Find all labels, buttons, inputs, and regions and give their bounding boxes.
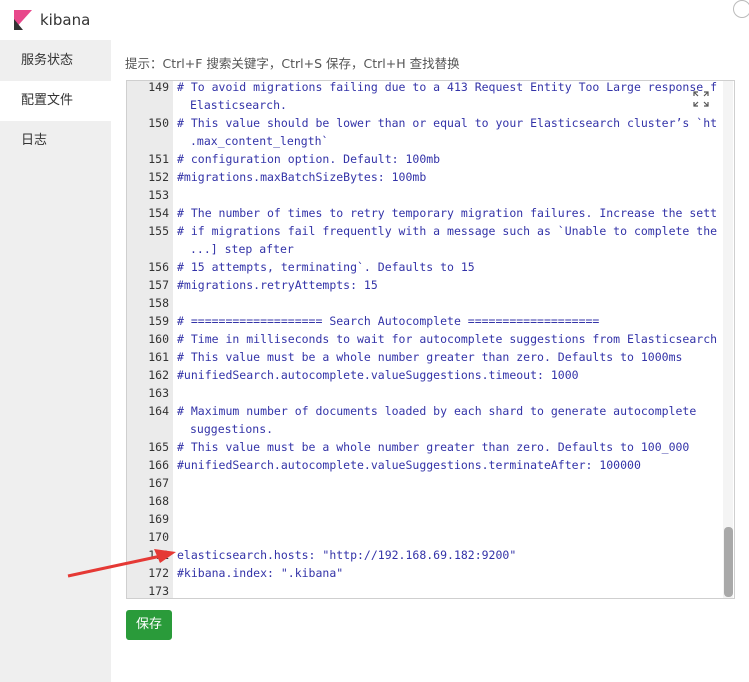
shortcut-hint: 提示：Ctrl+F 搜索关键字，Ctrl+S 保存，Ctrl+H 查找替换 — [125, 56, 460, 71]
line-number: 154 — [148, 206, 169, 220]
code-text[interactable]: # =================== Search Autocomplet… — [177, 312, 717, 330]
code-line: 159 # =================== Search Autocomp… — [127, 312, 727, 330]
sidebar-item-logs[interactable]: 日志 — [0, 121, 111, 161]
code-text[interactable]: # The number of times to retry temporary… — [177, 204, 717, 222]
line-number: 156 — [148, 260, 169, 274]
line-number: 164 — [148, 404, 169, 418]
code-line: 171elasticsearch.hosts: "http://192.168.… — [127, 546, 727, 564]
line-number: 165 — [148, 440, 169, 454]
sidebar-item-config-file[interactable]: 配置文件 — [0, 81, 111, 121]
code-text[interactable]: #kibana.index: ".kibana" — [177, 564, 717, 582]
line-number: 169 — [148, 512, 169, 526]
line-number: 162 — [148, 368, 169, 382]
code-line: 152 #migrations.maxBatchSizeBytes: 100mb — [127, 168, 727, 186]
sidebar-item-service-status[interactable]: 服务状态 — [0, 41, 111, 81]
code-text[interactable]: # Maximum number of documents loaded by … — [177, 402, 717, 420]
code-text[interactable]: #unifiedSearch.autocomplete.valueSuggest… — [177, 456, 717, 474]
line-number: 163 — [148, 386, 169, 400]
code-line: 172 #kibana.index: ".kibana" — [127, 564, 727, 582]
code-line: 154 # The number of times to retry tempor… — [127, 204, 727, 222]
sidebar-item-label: 服务状态 — [21, 53, 74, 68]
code-line: suggestions. — [127, 420, 727, 438]
code-text[interactable]: # Time in milliseconds to wait for autoc… — [177, 330, 717, 348]
line-number: 158 — [148, 296, 169, 310]
code-text[interactable]: #unifiedSearch.autocomplete.valueSuggest… — [177, 366, 717, 384]
annotation-arrow-icon — [67, 549, 176, 578]
code-line: 164 # Maximum number of documents loaded … — [127, 402, 727, 420]
line-number: 155 — [148, 224, 169, 238]
code-text[interactable]: # This value must be a whole number grea… — [177, 348, 717, 366]
code-line: 151 # configuration option. Default: 100m… — [127, 150, 727, 168]
code-text[interactable]: # This value must be a whole number grea… — [177, 438, 717, 456]
code-line: 150 # This value should be lower than or … — [127, 114, 727, 132]
line-number: 157 — [148, 278, 169, 292]
app-title: kibana — [40, 11, 91, 29]
code-text[interactable]: # configuration option. Default: 100mb — [177, 150, 717, 168]
line-number: 160 — [148, 332, 169, 346]
code-line: 161 # This value must be a whole number g… — [127, 348, 727, 366]
code-line: 163 — [127, 384, 727, 402]
code-line: 160 # Time in milliseconds to wait for au… — [127, 330, 727, 348]
sidebar-item-label: 日志 — [21, 133, 48, 148]
line-number: 153 — [148, 188, 169, 202]
code-text[interactable]: # if migrations fail frequently with a m… — [177, 222, 717, 240]
window-control-icon[interactable] — [733, 0, 749, 18]
code-line: .max_content_length` — [127, 132, 727, 150]
save-button[interactable]: 保存 — [126, 610, 172, 640]
code-line: 155 # if migrations fail frequently with … — [127, 222, 727, 240]
code-text[interactable]: suggestions. — [190, 420, 730, 438]
config-editor[interactable]: 149 # To avoid migrations failing due to … — [126, 80, 735, 599]
line-number: 152 — [148, 170, 169, 184]
code-lines: 149 # To avoid migrations failing due to … — [127, 80, 727, 598]
line-number: 170 — [148, 530, 169, 544]
code-line: 153 — [127, 186, 727, 204]
code-text[interactable]: .max_content_length` — [190, 132, 730, 150]
code-line: 166 #unifiedSearch.autocomplete.valueSugg… — [127, 456, 727, 474]
vertical-scrollbar[interactable] — [723, 81, 733, 598]
code-line: 170 — [127, 528, 727, 546]
code-text[interactable]: #migrations.retryAttempts: 15 — [177, 276, 717, 294]
line-number: 161 — [148, 350, 169, 364]
code-line: 173 — [127, 582, 727, 598]
code-line: ...] step after — [127, 240, 727, 258]
line-number: 149 — [148, 80, 169, 94]
line-number: 167 — [148, 476, 169, 490]
code-line: 168 — [127, 492, 727, 510]
code-line: 158 — [127, 294, 727, 312]
code-line: 156 # 15 attempts, terminating`. Defaults… — [127, 258, 727, 276]
code-text[interactable]: #migrations.maxBatchSizeBytes: 100mb — [177, 168, 717, 186]
title-bar: kibana — [0, 0, 749, 40]
sidebar-item-label: 配置文件 — [21, 93, 74, 108]
kibana-logo-icon — [14, 10, 32, 30]
code-line: 169 — [127, 510, 727, 528]
code-line: 167 — [127, 474, 727, 492]
line-number: 166 — [148, 458, 169, 472]
code-text[interactable]: Elasticsearch. — [190, 96, 730, 114]
code-text[interactable]: # This value should be lower than or equ… — [177, 114, 717, 132]
code-text[interactable]: # To avoid migrations failing due to a 4… — [177, 81, 717, 96]
line-number: 151 — [148, 152, 169, 166]
scrollbar-thumb[interactable] — [724, 527, 733, 597]
code-line: 149 # To avoid migrations failing due to … — [127, 80, 727, 96]
code-text[interactable]: elasticsearch.hosts: "http://192.168.69.… — [177, 546, 717, 564]
code-text[interactable]: ...] step after — [190, 240, 730, 258]
code-text[interactable]: # 15 attempts, terminating`. Defaults to… — [177, 258, 717, 276]
line-number: 168 — [148, 494, 169, 508]
fullscreen-expand-icon[interactable] — [693, 91, 709, 107]
code-line: 157 #migrations.retryAttempts: 15 — [127, 276, 727, 294]
line-number: 159 — [148, 314, 169, 328]
code-line: 162 #unifiedSearch.autocomplete.valueSugg… — [127, 366, 727, 384]
code-line: Elasticsearch. — [127, 96, 727, 114]
code-line: 165 # This value must be a whole number g… — [127, 438, 727, 456]
line-number: 150 — [148, 116, 169, 130]
